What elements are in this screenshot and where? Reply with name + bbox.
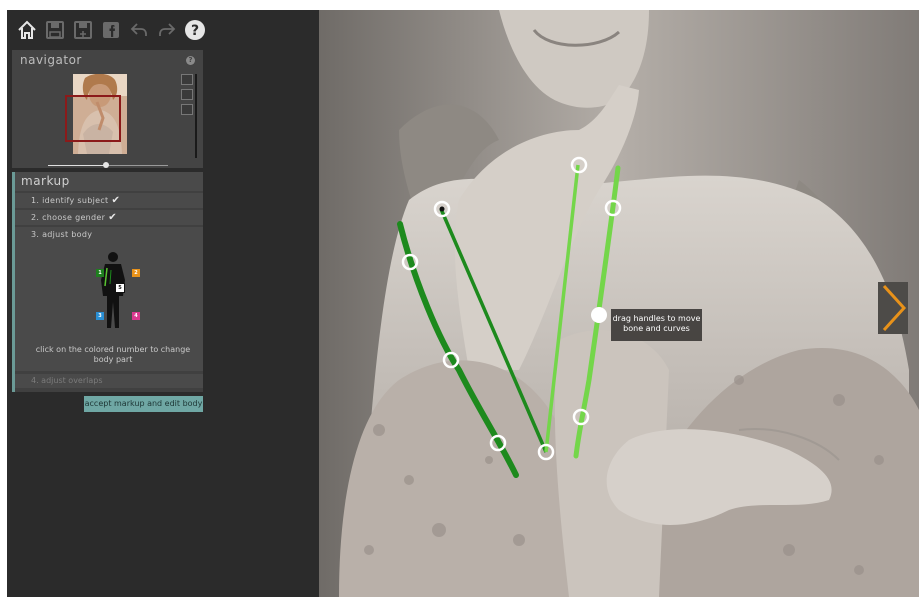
navigator-viewport-rect[interactable] [65,95,121,142]
fit-body-icon[interactable] [181,89,193,100]
step-adjust-body: 3. adjust body 1 2 5 3 4 click on the co… [15,227,203,371]
navigator-view-icons [181,74,197,158]
navigator-panel: navigator ? [12,50,203,168]
fit-height-icon[interactable] [181,74,193,85]
body-part-selector: 1 2 5 3 4 [83,250,143,330]
help-icon[interactable]: ? [184,17,207,43]
facebook-icon[interactable] [99,17,122,43]
body-part-hint: click on the colored number to change bo… [35,345,191,364]
app-window: ? navigator ? markup 1. identify subject… [7,10,919,597]
body-part-1[interactable]: 1 [96,269,104,277]
save-icon[interactable] [43,17,66,43]
step-adjust-overlaps[interactable]: 4. adjust overlaps [15,374,203,388]
redo-icon[interactable] [156,17,179,43]
step-label: 1. identify subject [31,196,109,205]
tooltip: drag handles to move bone and curves [611,309,702,341]
body-part-2[interactable]: 2 [132,269,140,277]
body-part-3[interactable]: 3 [96,312,104,320]
home-icon[interactable] [15,17,38,43]
zoom-slider[interactable] [48,162,168,168]
toolbar: ? [10,13,207,47]
next-button[interactable] [878,282,908,334]
navigator-title: navigator [20,53,82,67]
photo-and-markup [319,10,919,597]
markup-panel: markup 1. identify subject ✔ 2. choose ge… [12,172,203,392]
svg-text:?: ? [191,23,199,39]
zoom-slider-fill [48,165,106,166]
undo-icon[interactable] [128,17,151,43]
check-icon: ✔ [108,212,117,223]
zoom-slider-handle[interactable] [102,162,109,168]
left-panel: ? navigator ? markup 1. identify subject… [10,10,207,597]
body-part-5[interactable]: 5 [115,283,125,293]
accept-markup-button[interactable]: accept markup and edit body [84,396,203,412]
fit-width-icon[interactable] [181,104,193,115]
check-icon: ✔ [111,195,121,206]
step-identify-subject[interactable]: 1. identify subject ✔ [15,193,203,208]
step-label: 3. adjust body [31,230,93,239]
photo-canvas[interactable] [319,10,919,597]
handle-active[interactable] [591,307,607,323]
chevron-right-icon [882,284,907,332]
save-as-icon[interactable] [71,17,94,43]
navigator-help-icon[interactable]: ? [186,56,195,65]
body-part-4[interactable]: 4 [132,312,140,320]
step-choose-gender[interactable]: 2. choose gender ✔ [15,210,203,225]
markup-title: markup [15,172,203,191]
step-label: 2. choose gender [31,213,106,222]
